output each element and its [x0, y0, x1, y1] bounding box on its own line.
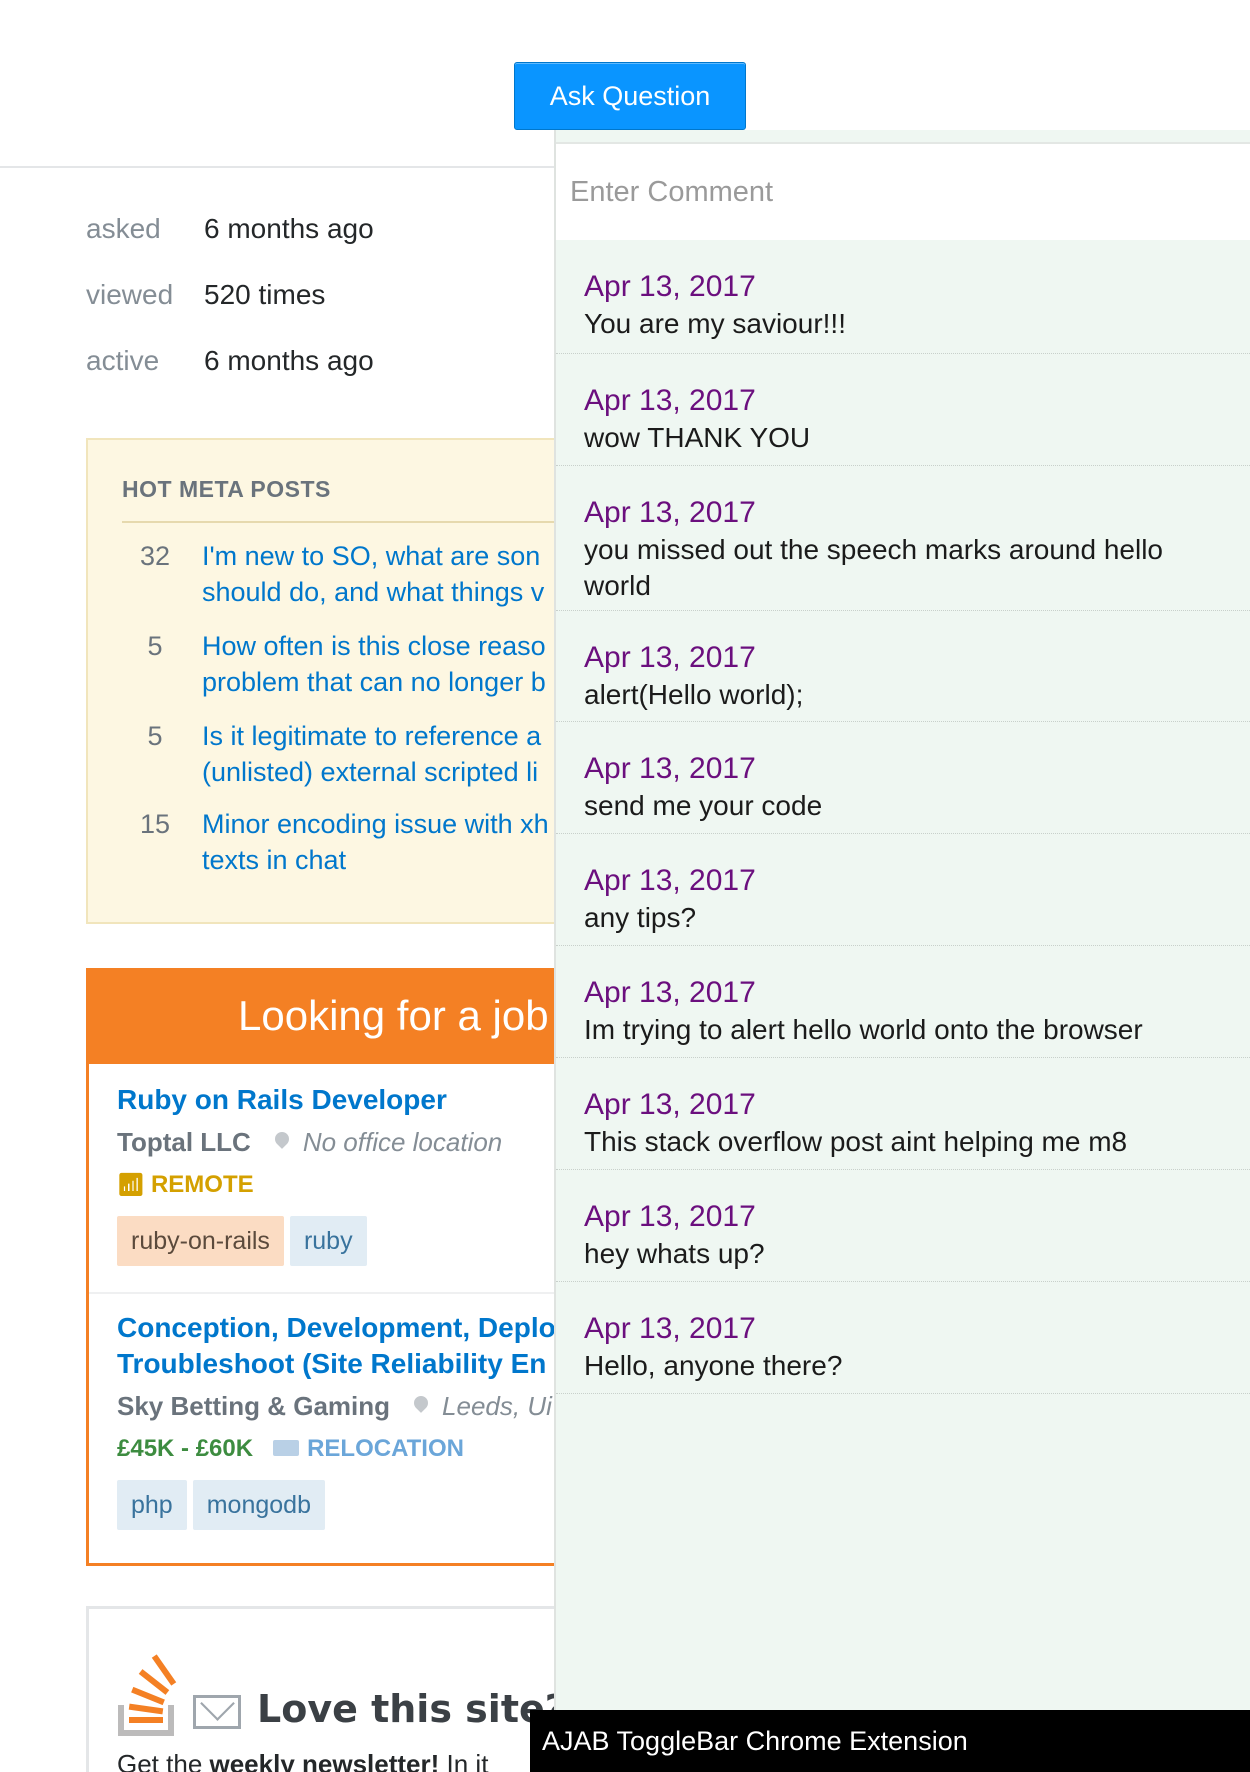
stackoverflow-logo-icon: [118, 1654, 177, 1736]
comment-item: Apr 13, 2017 any tips?: [556, 834, 1250, 946]
mail-icon: [193, 1695, 241, 1729]
job-tag[interactable]: ruby: [289, 1216, 367, 1266]
jobs-header[interactable]: Looking for a job: [86, 968, 606, 1064]
comment-text: you missed out the speech marks around h…: [584, 534, 1163, 601]
stat-value: 6 months ago: [204, 213, 374, 244]
comment-panel: Apr 13, 2017 You are my saviour!!! Apr 1…: [554, 130, 1250, 1772]
job-perk-relocation: RELOCATION: [273, 1435, 464, 1463]
stat-value: 520 times: [204, 279, 326, 310]
meta-post-count: 5: [147, 721, 163, 751]
newsletter-text-suffix: In it: [439, 1749, 489, 1772]
comment-date: Apr 13, 2017: [584, 384, 756, 417]
job-perks: £45K - £60K RELOCATION: [117, 1432, 603, 1466]
comment-item: Apr 13, 2017 wow THANK YOU: [556, 354, 1250, 466]
job-meta: Toptal LLC No office location: [117, 1124, 603, 1160]
job-tag[interactable]: php: [117, 1480, 187, 1530]
comment-date: Apr 13, 2017: [584, 752, 756, 785]
comment-text: Hello, anyone there?: [584, 1350, 843, 1381]
comment-item: Apr 13, 2017 alert(Hello world);: [556, 611, 1250, 722]
meta-post-count: 5: [147, 631, 163, 661]
comment-text: alert(Hello world);: [584, 679, 804, 710]
job-title[interactable]: Conception, Development, Deplo Troublesh…: [117, 1310, 581, 1382]
header-divider: [0, 166, 560, 168]
comment-item: Apr 13, 2017 This stack overflow post ai…: [556, 1058, 1250, 1170]
comment-text: hey whats up?: [584, 1238, 765, 1269]
comment-text: send me your code: [584, 790, 823, 821]
job-title-line: Troubleshoot (Site Reliability En: [117, 1348, 547, 1379]
job-title[interactable]: Ruby on Rails Developer: [117, 1082, 603, 1118]
comment-item: Apr 13, 2017 hey whats up?: [556, 1170, 1250, 1282]
comment-date: Apr 13, 2017: [584, 976, 756, 1009]
job-perk-label: REMOTE: [150, 1171, 254, 1198]
comment-date: Apr 13, 2017: [584, 641, 756, 674]
newsletter-text-prefix: Get the: [117, 1749, 210, 1772]
meta-post-count: 32: [139, 541, 171, 571]
comment-item: Apr 13, 2017 Hello, anyone there?: [556, 1282, 1250, 1394]
stat-viewed: viewed 520 times: [86, 262, 374, 328]
job-salary: £45K - £60K: [117, 1435, 254, 1462]
job-tags: ruby-on-rails ruby: [117, 1216, 603, 1266]
job-meta: Sky Betting & Gaming Leeds, Ui: [117, 1388, 603, 1424]
location-pin-icon: [275, 1132, 289, 1152]
comment-item: Apr 13, 2017 you missed out the speech m…: [556, 466, 1250, 611]
stat-value[interactable]: 6 months ago: [204, 345, 374, 377]
newsletter-text: Get the weekly newsletter! In it: [117, 1749, 488, 1772]
comment-item: Apr 13, 2017 You are my saviour!!!: [556, 240, 1250, 354]
question-stats: asked 6 months ago viewed 520 times acti…: [86, 196, 374, 394]
comment-text: Im trying to alert hello world onto the …: [584, 1014, 1143, 1045]
hot-meta-posts: HOT META POSTS 32 I'm new to SO, what ar…: [86, 438, 606, 924]
job-location-text: Leeds, Ui: [442, 1390, 552, 1421]
comment-date: Apr 13, 2017: [584, 864, 756, 897]
comment-input[interactable]: [556, 144, 1250, 240]
job-listing[interactable]: Conception, Development, Deplo Troublesh…: [117, 1310, 603, 1530]
comment-date: Apr 13, 2017: [584, 1200, 756, 1233]
comment-item: Apr 13, 2017 send me your code: [556, 722, 1250, 834]
job-location: Leeds, Ui: [414, 1391, 552, 1422]
newsletter-title: Love this site?: [257, 1687, 567, 1731]
job-perk-label: RELOCATION: [307, 1435, 464, 1462]
comment-text: wow THANK YOU: [584, 422, 811, 453]
newsletter-text-bold: weekly newsletter!: [209, 1749, 440, 1772]
job-company: Sky Betting & Gaming: [117, 1390, 391, 1421]
comment-date: Apr 13, 2017: [584, 496, 756, 529]
job-company: Toptal LLC: [117, 1126, 251, 1157]
job-perk-remote: 📶︎ REMOTE: [117, 1168, 603, 1202]
meta-post-count: 15: [139, 809, 171, 839]
ask-question-button[interactable]: Ask Question: [514, 62, 746, 130]
stat-label: asked: [86, 213, 161, 244]
meta-title: HOT META POSTS: [122, 476, 331, 502]
stat-asked: asked 6 months ago: [86, 196, 374, 262]
truck-icon: [273, 1440, 300, 1456]
newsletter-widget: Love this site? Get the weekly newslette…: [86, 1606, 606, 1772]
comment-text: any tips?: [584, 902, 697, 933]
stat-label: viewed: [86, 279, 174, 310]
wifi-icon: 📶︎: [117, 1172, 145, 1197]
job-tag[interactable]: mongodb: [192, 1480, 325, 1530]
location-pin-icon: [414, 1396, 428, 1416]
comment-date: Apr 13, 2017: [584, 1312, 756, 1345]
job-separator: [89, 1292, 603, 1294]
job-tags: php mongodb: [117, 1480, 603, 1530]
comment-date: Apr 13, 2017: [584, 270, 756, 303]
extension-toggle-bar[interactable]: AJAB ToggleBar Chrome Extension: [530, 1710, 1250, 1772]
jobs-widget: Looking for a job Ruby on Rails Develope…: [86, 968, 606, 1566]
stat-active: active 6 months ago: [86, 328, 374, 394]
comment-date: Apr 13, 2017: [584, 1088, 756, 1121]
comment-item: Apr 13, 2017 Im trying to alert hello wo…: [556, 946, 1250, 1058]
job-tag[interactable]: ruby-on-rails: [117, 1216, 284, 1266]
job-location-text: No office location: [302, 1126, 503, 1157]
stat-label: active: [86, 345, 160, 376]
job-location: No office location: [275, 1127, 502, 1158]
comment-text: This stack overflow post aint helping me…: [584, 1126, 1128, 1157]
job-title-line: Conception, Development, Deplo: [117, 1312, 556, 1343]
comment-text: You are my saviour!!!: [584, 308, 846, 339]
meta-divider: [122, 521, 604, 523]
job-listing[interactable]: Ruby on Rails Developer Toptal LLC No of…: [117, 1082, 603, 1266]
